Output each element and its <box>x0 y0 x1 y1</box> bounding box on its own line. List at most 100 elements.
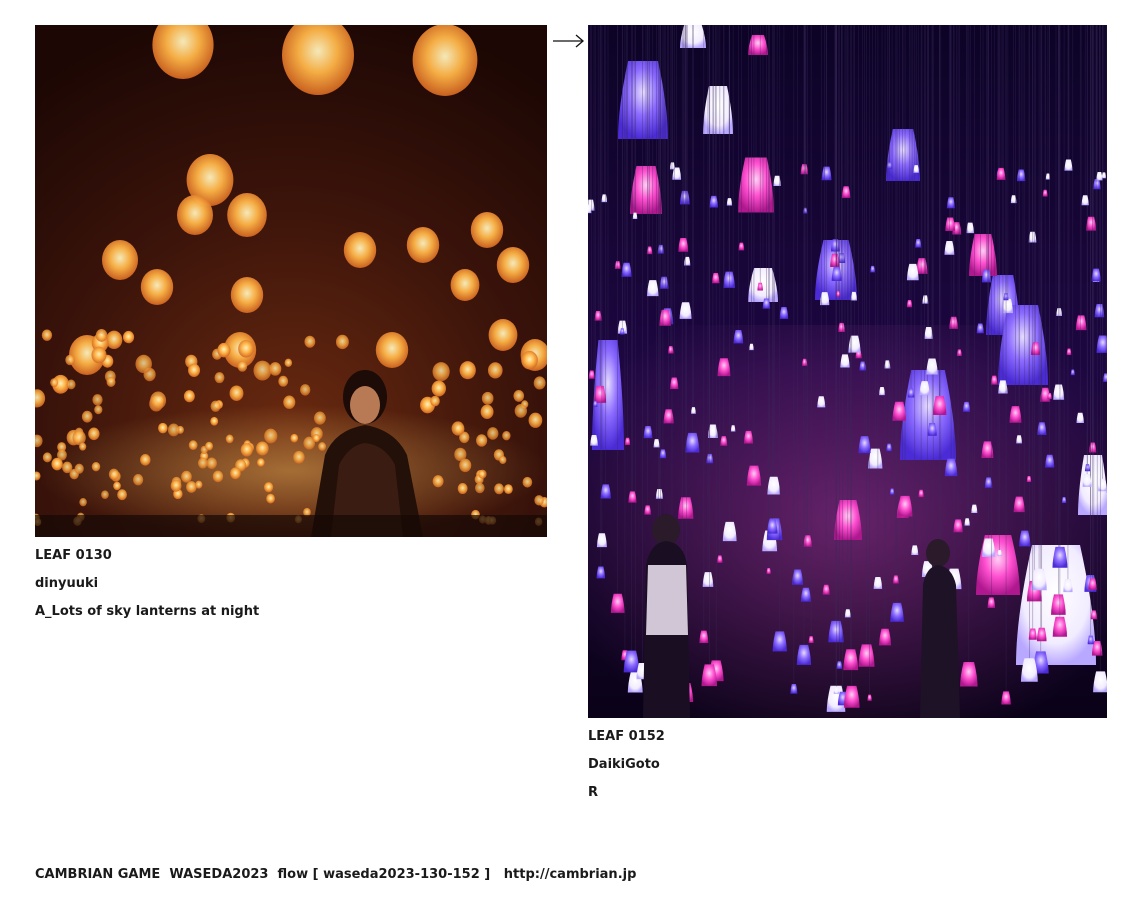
lantern-light <box>522 476 533 488</box>
lantern-light <box>74 463 84 474</box>
lantern-light <box>79 442 87 451</box>
lantern-light <box>206 457 217 470</box>
lantern-light <box>186 481 197 493</box>
lantern-light <box>284 358 293 368</box>
lantern-light <box>227 193 267 237</box>
lantern-light <box>481 391 494 405</box>
lantern-light <box>283 395 296 409</box>
lantern-light <box>475 482 485 494</box>
lantern-light <box>343 232 377 268</box>
lantern-light <box>51 457 63 471</box>
lantern-light <box>205 441 213 451</box>
lantern-light <box>255 441 269 456</box>
lantern-light <box>430 395 440 407</box>
right-caption: R <box>588 785 599 800</box>
lantern-light <box>335 334 349 350</box>
lantern-light <box>108 468 120 481</box>
lantern-light <box>503 484 513 495</box>
lantern-light <box>106 377 116 387</box>
lantern-light <box>229 385 244 401</box>
lantern-light <box>158 422 168 434</box>
lantern-light <box>533 376 546 390</box>
lantern-light <box>432 475 444 488</box>
lantern-light <box>92 394 103 406</box>
lantern-light <box>122 330 135 344</box>
lantern-light <box>230 277 264 313</box>
lantern-light <box>450 269 480 301</box>
sky-lanterns-image <box>35 25 547 537</box>
lantern-light <box>459 361 476 380</box>
right-leaf-id: LEAF 0152 <box>588 729 665 744</box>
lantern-light <box>502 431 511 441</box>
lantern-light <box>210 416 219 426</box>
right-author[interactable]: DaikiGoto <box>588 757 660 773</box>
lantern-light <box>432 362 450 382</box>
hanging-lamp <box>680 25 706 48</box>
lantern-light <box>91 461 101 472</box>
lantern-light <box>177 195 213 235</box>
lantern-light <box>278 375 289 387</box>
lantern-light <box>457 483 468 495</box>
lantern-light <box>230 467 241 480</box>
lantern-light <box>513 390 525 402</box>
lantern-light <box>470 212 504 248</box>
left-caption: A_Lots of sky lanterns at night <box>35 604 260 619</box>
lantern-light <box>167 423 180 437</box>
lantern-light <box>183 390 195 403</box>
lantern-light <box>135 354 152 374</box>
lantern-light <box>290 433 299 443</box>
left-author[interactable]: dinyuuki <box>35 576 98 592</box>
lantern-light <box>304 335 316 348</box>
lantern-light <box>188 440 198 451</box>
lantern-light <box>257 458 265 467</box>
lantern-light <box>313 411 326 425</box>
left-leaf-id: LEAF 0130 <box>35 548 112 563</box>
footer-link[interactable]: http://cambrian.jp <box>504 867 637 882</box>
lantern-light <box>514 403 527 418</box>
lantern-light <box>303 436 316 450</box>
lantern-light <box>476 434 488 447</box>
lantern-light <box>375 332 409 368</box>
lantern-light <box>91 346 107 364</box>
lantern-light <box>263 482 274 493</box>
lantern-light <box>217 342 231 358</box>
lantern-light <box>81 410 93 423</box>
lantern-light <box>487 362 503 379</box>
lantern-light <box>269 362 282 376</box>
lantern-light <box>195 480 203 489</box>
right-photo[interactable] <box>588 25 1107 718</box>
lantern-light <box>65 354 75 366</box>
lantern-light <box>412 25 478 96</box>
lantern-light <box>225 434 234 444</box>
footer-text: CAMBRIAN GAME WASEDA2023 flow [ waseda20… <box>35 867 504 882</box>
lantern-light <box>238 339 254 358</box>
lantern-light <box>480 404 494 419</box>
lantern-light <box>431 380 446 397</box>
lantern-light <box>406 227 440 263</box>
lantern-light <box>210 400 221 412</box>
lantern-light <box>264 428 278 444</box>
lantern-light <box>102 240 138 280</box>
left-photo[interactable] <box>35 25 547 537</box>
lantern-light <box>253 360 272 381</box>
lantern-light <box>488 319 518 351</box>
lantern-light <box>170 479 182 492</box>
lantern-light <box>459 458 472 473</box>
lantern-light <box>95 328 108 342</box>
lantern-light <box>534 495 544 506</box>
lantern-light <box>293 450 305 464</box>
lantern-light <box>451 421 465 436</box>
lantern-light <box>496 247 530 283</box>
lantern-light <box>140 454 151 466</box>
lantern-light <box>105 330 123 350</box>
lantern-light <box>41 329 53 341</box>
lantern-light <box>101 490 109 499</box>
right-arrow-icon <box>553 34 584 48</box>
lantern-light <box>214 372 225 384</box>
lantern-light <box>150 391 167 410</box>
lantern-light <box>42 452 52 463</box>
lantern-light <box>88 427 100 441</box>
lantern-light <box>487 427 499 440</box>
lantern-light <box>197 457 208 469</box>
lantern-light <box>181 470 192 483</box>
